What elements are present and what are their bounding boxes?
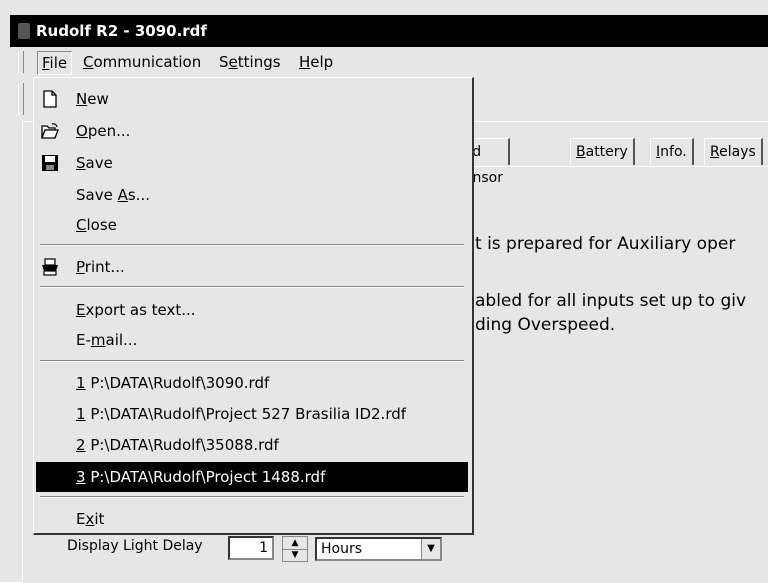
file-menu-recent-file-selected[interactable]: 3 P:\DATA\Rudolf\Project 1488.rdf: [36, 462, 468, 492]
app-icon: [18, 23, 30, 39]
new-document-icon: [43, 90, 57, 108]
title-bar: Rudolf R2 - 3090.rdf: [10, 15, 768, 47]
menu-separator: [40, 360, 464, 362]
file-menu-open[interactable]: Open...: [36, 116, 468, 146]
file-menu-export-text[interactable]: Export as text...: [36, 295, 468, 325]
open-folder-icon: [41, 123, 59, 139]
panel-text-line2: abled for all inputs set up to giv: [475, 291, 747, 311]
tab-battery[interactable]: Battery: [570, 138, 635, 165]
spin-down-arrow-icon[interactable]: ▼: [283, 549, 307, 561]
menu-separator: [40, 286, 464, 288]
file-menu-recent-file[interactable]: 1 P:\DATA\Rudolf\3090.rdf: [36, 368, 468, 398]
display-light-delay-label: Display Light Delay: [67, 538, 203, 554]
file-menu-new[interactable]: New: [36, 84, 468, 114]
tab-panel: [446, 166, 768, 527]
file-menu-dropdown: New Open... Save Save As... Close Print.…: [33, 77, 474, 535]
menu-separator: [40, 496, 464, 498]
toolbar-grip[interactable]: [18, 83, 24, 115]
display-light-delay-spinner[interactable]: ▲ ▼: [282, 536, 308, 562]
floppy-disk-icon: [42, 155, 58, 171]
window-title: Rudolf R2 - 3090.rdf: [36, 22, 207, 40]
display-light-delay-input[interactable]: 1: [228, 536, 274, 560]
menu-settings[interactable]: Settings: [215, 51, 285, 73]
menu-communication[interactable]: Communication: [79, 51, 205, 73]
dropdown-arrow-icon[interactable]: ▼: [421, 539, 440, 559]
menu-file[interactable]: File: [37, 51, 73, 75]
menu-separator: [40, 244, 464, 246]
file-menu-recent-file[interactable]: 2 P:\DATA\Rudolf\35088.rdf: [36, 430, 468, 460]
file-menu-recent-file[interactable]: 1 P:\DATA\Rudolf\Project 527 Brasilia ID…: [36, 399, 468, 429]
panel-text-line1: t is prepared for Auxiliary oper: [475, 234, 736, 254]
file-menu-save-as[interactable]: Save As...: [36, 180, 468, 210]
file-menu-exit[interactable]: Exit: [36, 504, 468, 534]
file-menu-close[interactable]: Close: [36, 210, 468, 240]
tab-relays[interactable]: Relays: [704, 138, 763, 165]
menu-help[interactable]: Help: [295, 51, 337, 73]
printer-icon: [42, 258, 58, 276]
display-light-unit-value: Hours: [321, 541, 363, 557]
app-window: Rudolf R2 - 3090.rdf File Communication …: [0, 0, 768, 583]
display-light-unit-select[interactable]: Hours ▼: [315, 537, 442, 561]
file-menu-print[interactable]: Print...: [36, 252, 468, 282]
menu-bar: File Communication Settings Help: [10, 47, 768, 77]
file-menu-save[interactable]: Save: [36, 148, 468, 178]
tab-info[interactable]: Info.: [650, 138, 694, 165]
panel-text-line3: ding Overspeed.: [475, 315, 616, 335]
menubar-grip[interactable]: [18, 51, 24, 73]
file-menu-email[interactable]: E-mail...: [36, 325, 468, 355]
